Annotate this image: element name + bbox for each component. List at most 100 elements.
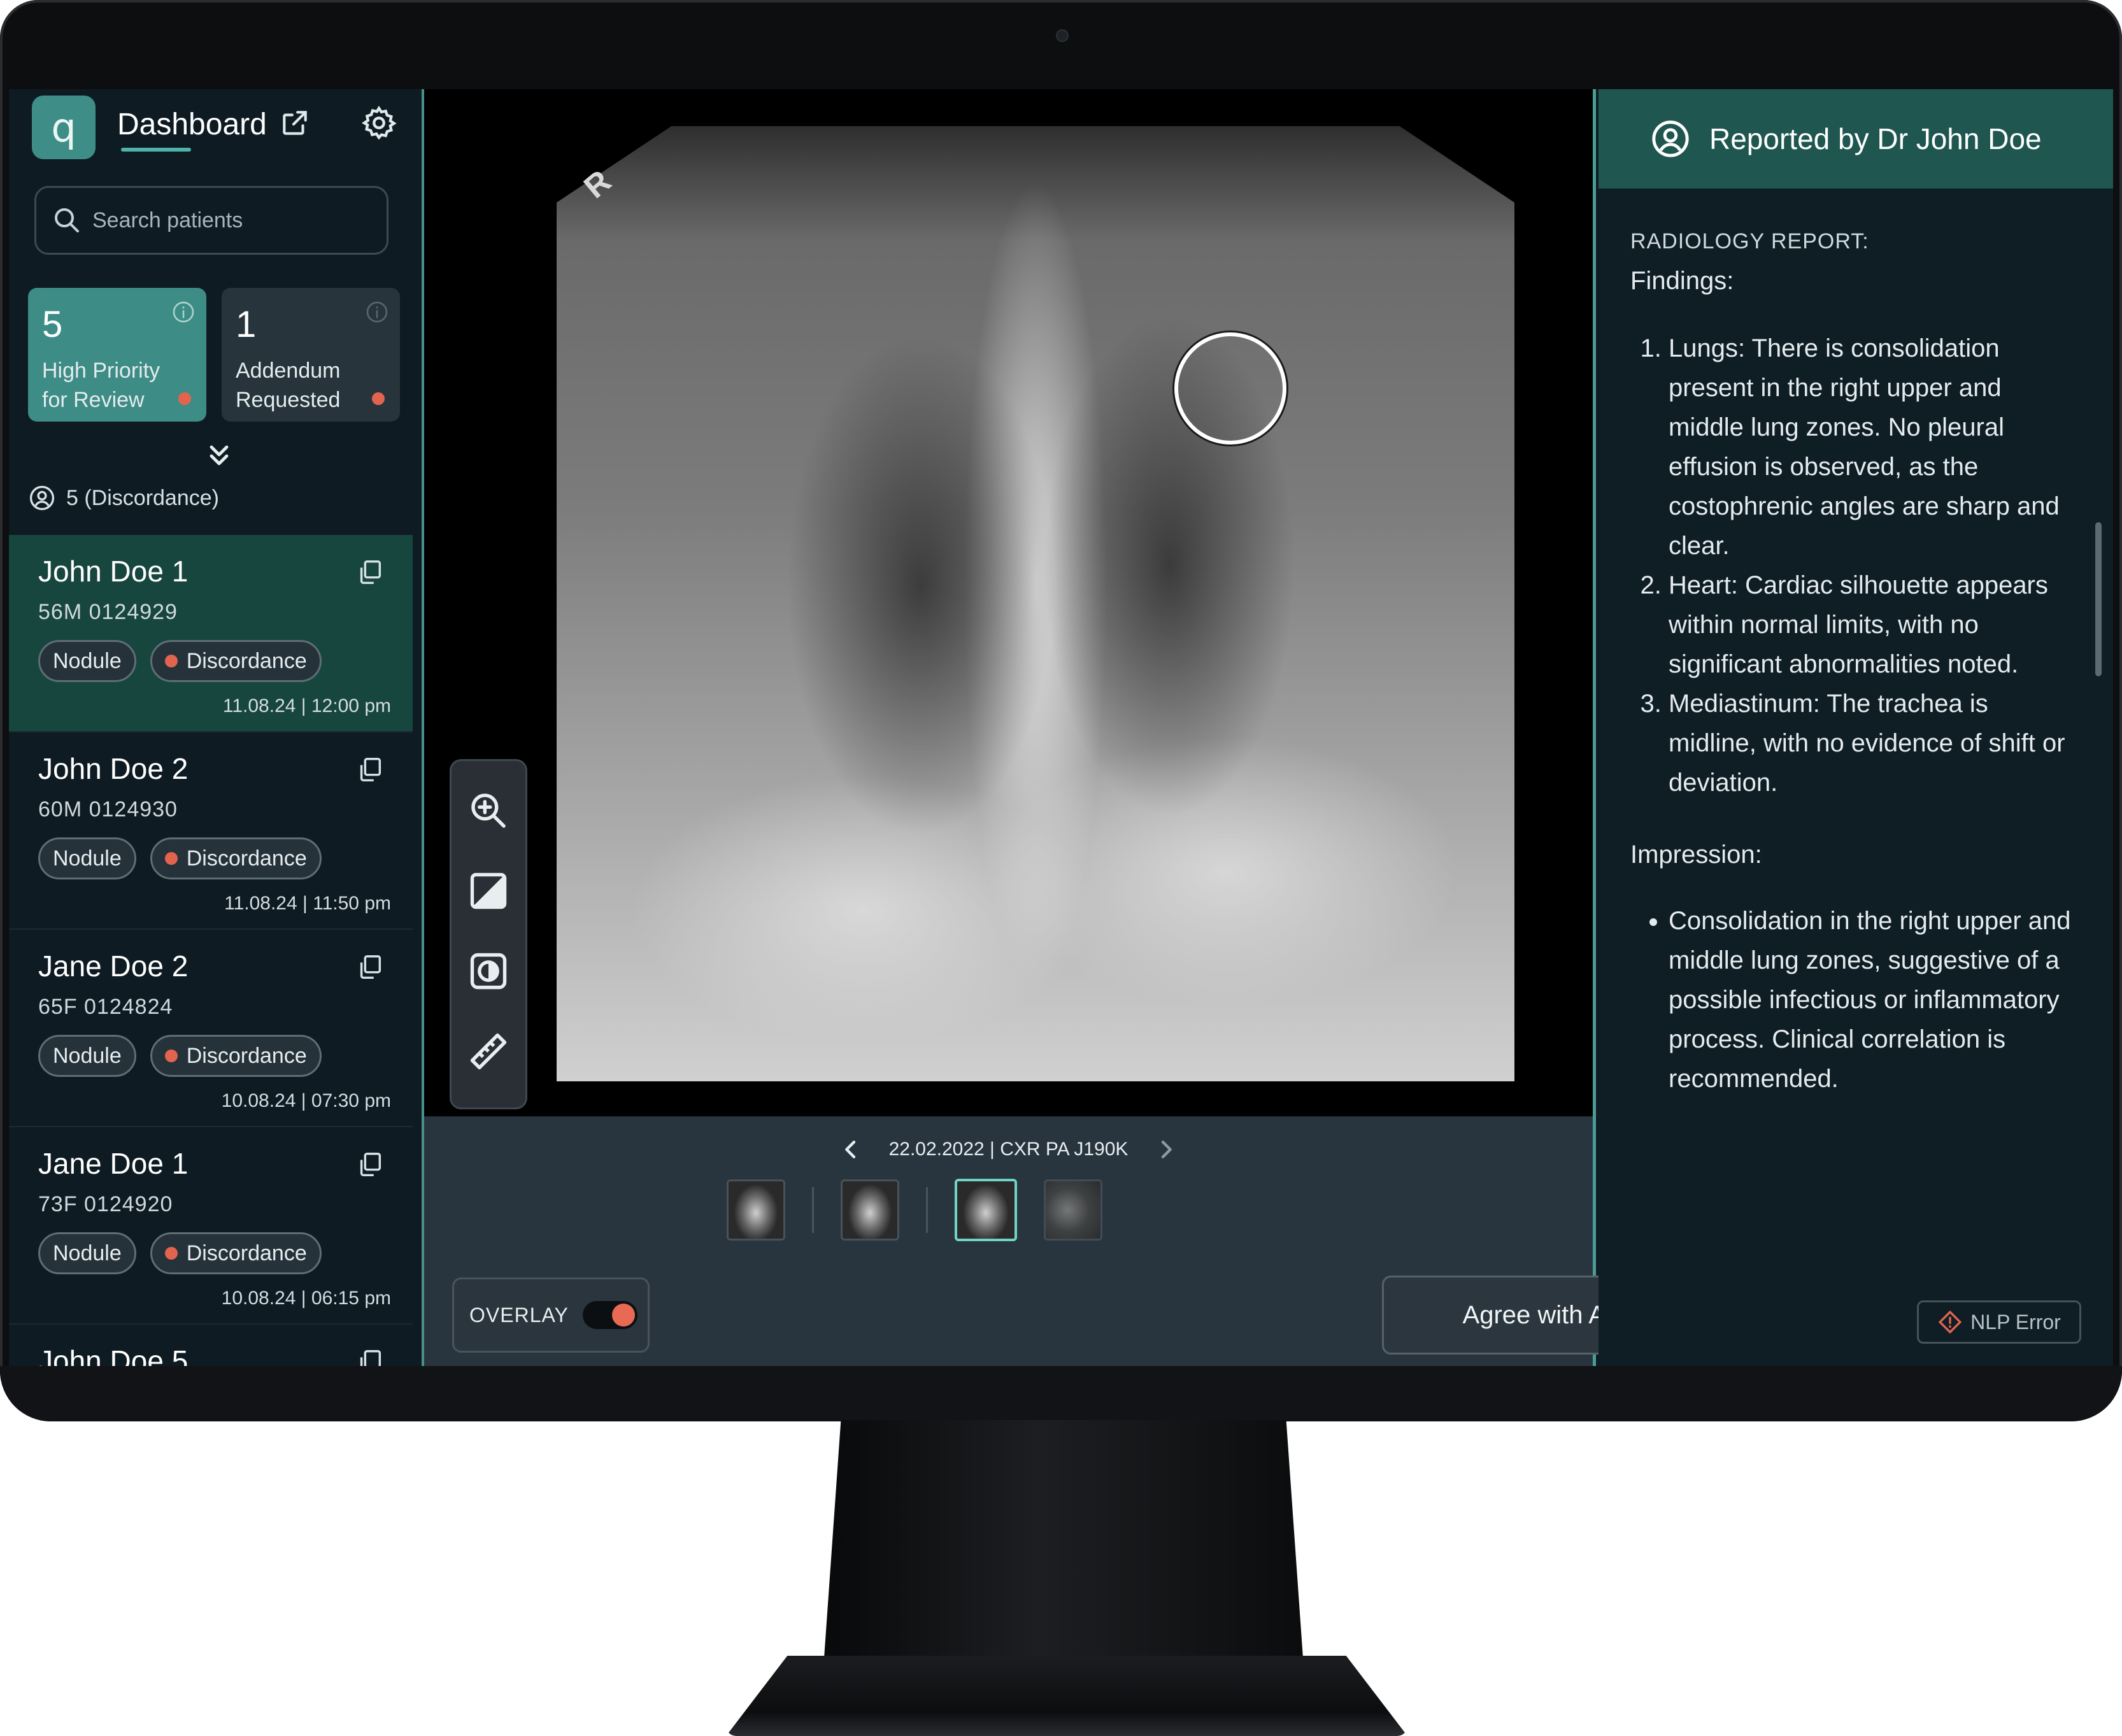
patient-meta: 60M 0124930 xyxy=(38,797,178,822)
patient-card[interactable]: Jane Doe 1 73F 0124920 Nodule Discordanc… xyxy=(9,1127,413,1325)
finding-item: Lungs: There is consolidation present in… xyxy=(1669,329,2076,566)
report-header: Reported by Dr John Doe xyxy=(1599,89,2113,189)
chevron-double-down-icon[interactable] xyxy=(204,439,234,470)
patient-meta: 56M 0124929 xyxy=(38,600,178,624)
findings-heading: Findings: xyxy=(1630,267,1734,295)
chest-xray-image[interactable] xyxy=(557,126,1514,1081)
discordance-filter[interactable]: 5 (Discordance) xyxy=(28,484,219,512)
copy-icon[interactable] xyxy=(355,755,385,785)
finding-tag: Nodule xyxy=(38,640,136,682)
sidebar: q Dashboard 5 High Priority for Review 1… xyxy=(9,89,424,1366)
discordance-tag: Discordance xyxy=(150,1035,322,1077)
zoom-in-icon[interactable] xyxy=(467,789,510,832)
thumbnail-divider xyxy=(926,1187,928,1233)
addendum-label: Addendum Requested xyxy=(236,359,341,412)
patient-card[interactable]: Jane Doe 2 65F 0124824 Nodule Discordanc… xyxy=(9,930,413,1127)
findings-list: Lungs: There is consolidation present in… xyxy=(1630,329,2076,802)
app-screen: q Dashboard 5 High Priority for Review 1… xyxy=(9,89,2113,1366)
patient-meta: 73F 0124920 xyxy=(38,1192,173,1216)
impression-list: Consolidation in the right upper and mid… xyxy=(1630,901,2076,1099)
nlp-error-label: NLP Error xyxy=(1970,1310,2061,1334)
search-input[interactable] xyxy=(92,208,373,233)
high-priority-label: High Priority for Review xyxy=(42,359,160,412)
copy-icon[interactable] xyxy=(355,953,385,982)
user-circle-icon xyxy=(1652,120,1689,157)
viewer-toolbar xyxy=(450,759,527,1109)
impression-heading: Impression: xyxy=(1630,841,1762,869)
window-level-icon[interactable] xyxy=(467,869,510,913)
copy-icon[interactable] xyxy=(355,1348,385,1366)
finding-tag: Nodule xyxy=(38,837,136,879)
ruler-icon[interactable] xyxy=(467,1030,510,1073)
overlay-label: OVERLAY xyxy=(469,1303,569,1327)
discordance-tag: Discordance xyxy=(150,640,322,682)
patient-date: 11.08.24 | 11:50 pm xyxy=(224,893,391,914)
patient-card[interactable]: John Doe 2 60M 0124930 Nodule Discordanc… xyxy=(9,732,413,930)
search-box[interactable] xyxy=(34,186,388,255)
copy-icon[interactable] xyxy=(355,1150,385,1179)
app-logo[interactable]: q xyxy=(32,96,96,159)
study-thumbnail-active[interactable] xyxy=(955,1179,1017,1241)
monitor-chin xyxy=(0,1366,2122,1421)
impression-item: Consolidation in the right upper and mid… xyxy=(1669,901,2076,1099)
monitor-stand-base xyxy=(726,1656,1407,1736)
finding-item: Mediastinum: The trachea is midline, wit… xyxy=(1669,684,2076,802)
study-thumbnail[interactable] xyxy=(841,1179,899,1241)
addendum-requested-card[interactable]: 1 Addendum Requested xyxy=(222,288,400,422)
report-panel: Reported by Dr John Doe RADIOLOGY REPORT… xyxy=(1599,89,2113,1366)
discordance-tag: Discordance xyxy=(150,837,322,879)
high-priority-card[interactable]: 5 High Priority for Review xyxy=(28,288,206,422)
overlay-toggle-box[interactable]: OVERLAY xyxy=(452,1277,650,1353)
logo-letter: q xyxy=(51,104,76,151)
study-thumbnail[interactable] xyxy=(727,1179,785,1241)
info-icon[interactable] xyxy=(171,299,196,325)
report-author: Reported by Dr John Doe xyxy=(1709,122,2042,155)
copy-icon[interactable] xyxy=(355,558,385,587)
patient-date: 10.08.24 | 07:30 pm xyxy=(221,1090,391,1111)
webcam xyxy=(1056,29,1069,42)
monitor-stand xyxy=(822,1420,1306,1694)
nlp-error-badge[interactable]: NLP Error xyxy=(1917,1300,2081,1344)
ai-finding-marker[interactable] xyxy=(1174,332,1286,445)
external-link-icon[interactable] xyxy=(279,107,311,139)
alert-dot xyxy=(178,392,191,405)
info-icon[interactable] xyxy=(364,299,390,325)
patient-card[interactable]: John Doe 5 xyxy=(9,1325,413,1366)
chevron-left-icon[interactable] xyxy=(838,1137,864,1162)
report-body: RADIOLOGY REPORT: Findings: Lungs: There… xyxy=(1630,229,2076,1099)
patient-date: 10.08.24 | 06:15 pm xyxy=(221,1288,391,1309)
patient-list: John Doe 1 56M 0124929 Nodule Discordanc… xyxy=(9,535,413,1366)
gear-icon[interactable] xyxy=(360,104,397,141)
study-thumbnail[interactable] xyxy=(1044,1179,1102,1241)
finding-tag: Nodule xyxy=(38,1035,136,1077)
patient-name: John Doe 1 xyxy=(38,555,189,588)
report-scrollbar[interactable] xyxy=(2095,522,2102,676)
patient-date: 11.08.24 | 12:00 pm xyxy=(222,695,391,716)
invert-icon[interactable] xyxy=(467,950,510,993)
thumbnail-divider xyxy=(812,1187,814,1233)
image-viewer: R 22.02.2022 | CXR PA J190K OVERLAY Agre… xyxy=(424,89,1996,1366)
finding-item: Heart: Cardiac silhouette appears within… xyxy=(1669,566,2076,684)
patient-name: Jane Doe 1 xyxy=(38,1147,189,1180)
warning-diamond-icon xyxy=(1938,1310,1962,1334)
discordance-filter-label: 5 (Discordance) xyxy=(66,485,219,510)
report-section-label: RADIOLOGY REPORT: xyxy=(1630,229,1869,253)
study-label: 22.02.2022 | CXR PA J190K xyxy=(888,1139,1129,1160)
active-tab-indicator xyxy=(121,148,191,152)
user-circle-icon xyxy=(29,485,55,511)
dashboard-title[interactable]: Dashboard xyxy=(117,107,267,142)
search-icon xyxy=(55,208,79,232)
patient-name: Jane Doe 2 xyxy=(38,950,189,983)
patient-name: John Doe 5 xyxy=(38,1344,189,1366)
finding-tag: Nodule xyxy=(38,1232,136,1274)
thumbnail-strip xyxy=(727,1179,1102,1241)
patient-card[interactable]: John Doe 1 56M 0124929 Nodule Discordanc… xyxy=(9,535,413,732)
high-priority-count: 5 xyxy=(42,304,63,345)
alert-dot xyxy=(372,392,385,405)
overlay-toggle[interactable] xyxy=(582,1301,637,1329)
patient-name: John Doe 2 xyxy=(38,752,189,785)
study-navigator: 22.02.2022 | CXR PA J190K xyxy=(424,1137,1593,1162)
chevron-right-icon[interactable] xyxy=(1153,1137,1179,1162)
patient-meta: 65F 0124824 xyxy=(38,995,173,1019)
discordance-tag: Discordance xyxy=(150,1232,322,1274)
